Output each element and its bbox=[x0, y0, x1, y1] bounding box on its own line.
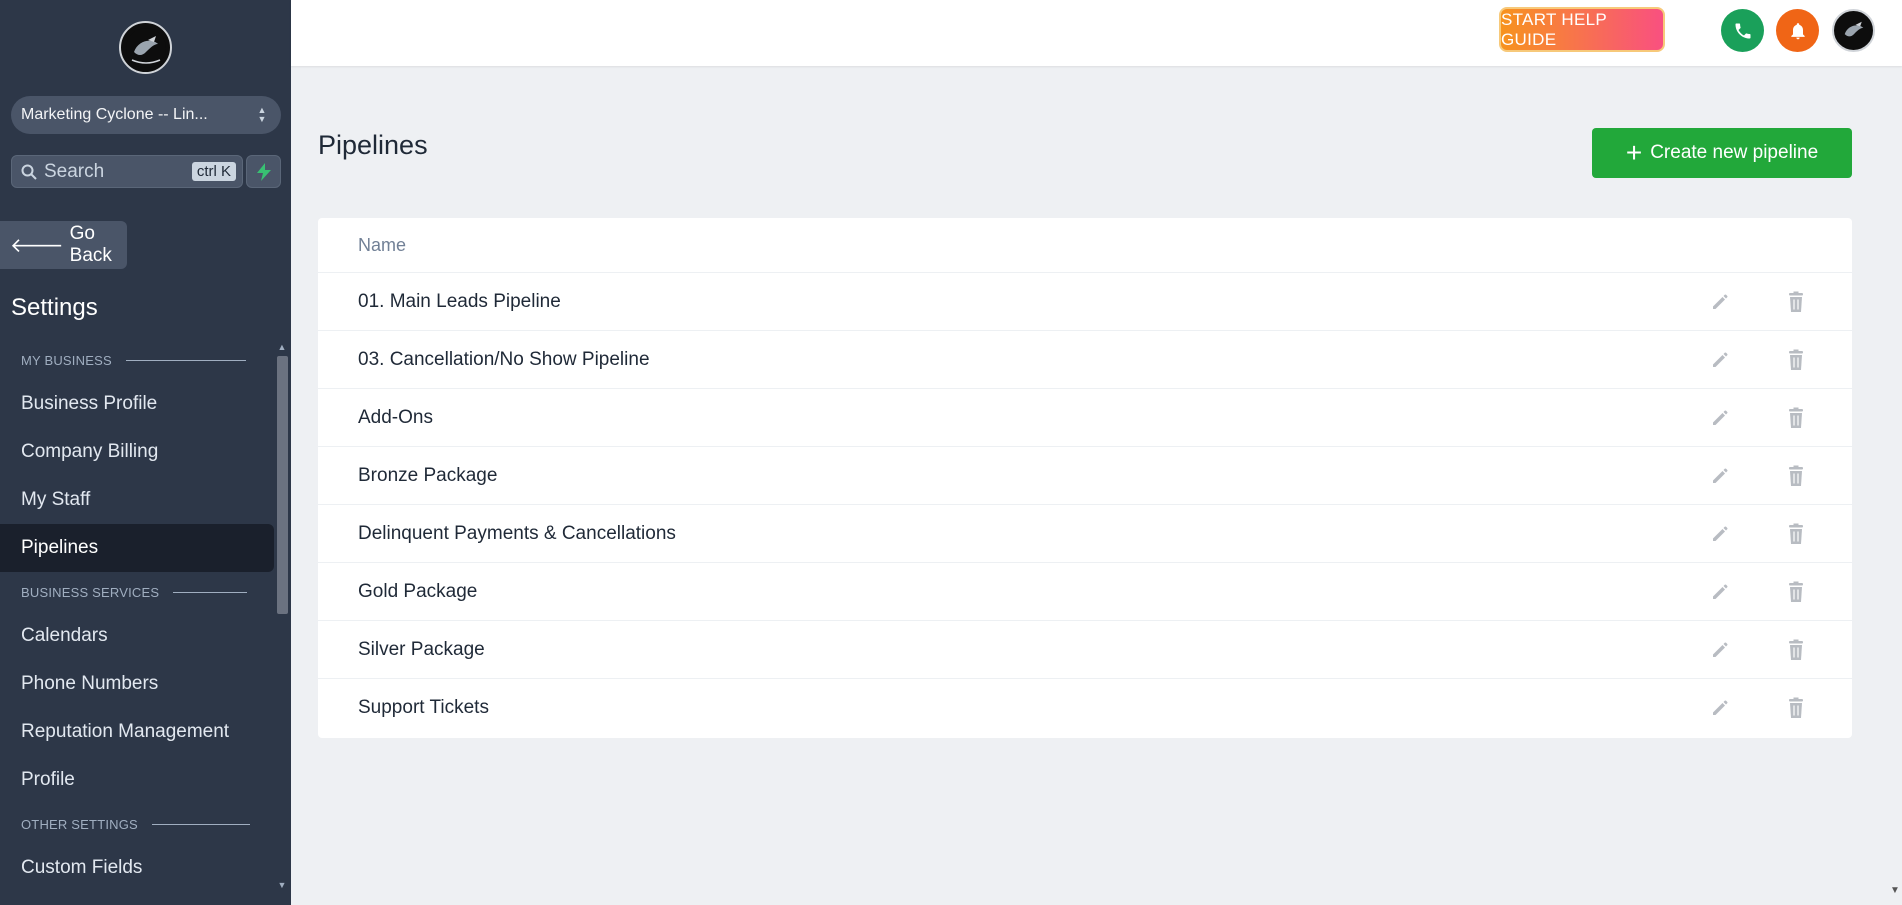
sidebar-item-calendars[interactable]: Calendars bbox=[0, 612, 274, 660]
sidebar-item-my-staff[interactable]: My Staff bbox=[0, 476, 274, 524]
sidebar-item-business-profile[interactable]: Business Profile bbox=[0, 380, 274, 428]
section-other-settings: OTHER SETTINGS bbox=[0, 804, 274, 844]
logo-mark-icon bbox=[125, 27, 166, 68]
edit-icon[interactable] bbox=[1710, 698, 1730, 718]
settings-heading: Settings bbox=[11, 294, 98, 321]
delete-icon[interactable] bbox=[1786, 349, 1806, 371]
sidebar-scrollbar[interactable]: ▲ ▼ bbox=[275, 340, 289, 892]
edit-icon[interactable] bbox=[1710, 466, 1730, 486]
scroll-up-icon[interactable]: ▲ bbox=[275, 340, 289, 354]
column-header-name: Name bbox=[358, 234, 407, 255]
sidebar-item-profile[interactable]: Profile bbox=[0, 756, 274, 804]
pipeline-name[interactable]: Support Tickets bbox=[358, 697, 489, 719]
pipeline-name[interactable]: Silver Package bbox=[358, 639, 485, 661]
table-row[interactable]: 03. Cancellation/No Show Pipeline bbox=[318, 331, 1852, 389]
edit-icon[interactable] bbox=[1710, 640, 1730, 660]
edit-icon[interactable] bbox=[1710, 292, 1730, 312]
notifications-button[interactable] bbox=[1776, 9, 1819, 52]
section-label: BUSINESS SERVICES bbox=[21, 584, 160, 600]
sidebar-item-reputation-management[interactable]: Reputation Management bbox=[0, 708, 274, 756]
edit-icon[interactable] bbox=[1710, 524, 1730, 544]
create-button-label: Create new pipeline bbox=[1650, 142, 1819, 163]
pipeline-name[interactable]: Delinquent Payments & Cancellations bbox=[358, 523, 676, 545]
pipelines-table: Name 01. Main Leads Pipeline 03. Cancella… bbox=[318, 218, 1852, 738]
settings-nav: MY BUSINESS Business Profile Company Bil… bbox=[0, 340, 274, 892]
company-logo[interactable] bbox=[119, 21, 172, 74]
search-shortcut-badge: ctrl K bbox=[191, 162, 236, 181]
go-back-label: Go Back bbox=[69, 223, 112, 266]
sidebar-item-custom-fields[interactable]: Custom Fields bbox=[0, 844, 274, 892]
pipeline-name[interactable]: Add-Ons bbox=[358, 407, 433, 429]
phone-icon bbox=[1735, 23, 1750, 38]
start-help-guide-button[interactable]: START HELP GUIDE bbox=[1499, 7, 1665, 52]
search-input[interactable]: Search bbox=[44, 161, 192, 183]
pipeline-name[interactable]: Gold Package bbox=[358, 581, 477, 603]
sidebar-item-company-billing[interactable]: Company Billing bbox=[0, 428, 274, 476]
table-row[interactable]: 01. Main Leads Pipeline bbox=[318, 273, 1852, 331]
table-body: 01. Main Leads Pipeline 03. Cancellation/… bbox=[318, 273, 1852, 737]
delete-icon[interactable] bbox=[1786, 581, 1806, 603]
sidebar-item-phone-numbers[interactable]: Phone Numbers bbox=[0, 660, 274, 708]
delete-icon[interactable] bbox=[1786, 639, 1806, 661]
section-divider bbox=[173, 591, 248, 593]
scrollbar-thumb[interactable] bbox=[277, 356, 288, 614]
page-title: Pipelines bbox=[318, 130, 428, 160]
search-box[interactable]: Search ctrl K bbox=[11, 155, 243, 188]
account-switcher[interactable]: Marketing Cyclone -- Lin... ▲ ▼ bbox=[11, 96, 281, 134]
edit-icon[interactable] bbox=[1710, 350, 1730, 370]
account-name: Marketing Cyclone -- Lin... bbox=[21, 106, 208, 123]
avatar-logo-icon bbox=[1844, 21, 1863, 36]
delete-icon[interactable] bbox=[1786, 407, 1806, 429]
go-back-button[interactable]: 🡐 Go Back bbox=[0, 221, 127, 269]
delete-icon[interactable] bbox=[1786, 291, 1806, 313]
arrow-left-icon: 🡐 bbox=[10, 234, 64, 257]
section-label: OTHER SETTINGS bbox=[21, 816, 138, 832]
quick-actions-button[interactable] bbox=[246, 155, 281, 188]
delete-icon[interactable] bbox=[1786, 697, 1806, 719]
table-row[interactable]: Bronze Package bbox=[318, 447, 1852, 505]
create-new-pipeline-button[interactable]: + Create new pipeline bbox=[1592, 128, 1852, 178]
search-icon bbox=[21, 164, 37, 180]
delete-icon[interactable] bbox=[1786, 465, 1806, 487]
table-row[interactable]: Add-Ons bbox=[318, 389, 1852, 447]
edit-icon[interactable] bbox=[1710, 408, 1730, 428]
pipeline-name[interactable]: Bronze Package bbox=[358, 465, 497, 487]
table-row[interactable]: Support Tickets bbox=[318, 679, 1852, 737]
user-avatar[interactable] bbox=[1832, 9, 1875, 52]
pipeline-name[interactable]: 01. Main Leads Pipeline bbox=[358, 291, 561, 313]
lightning-icon bbox=[256, 162, 271, 181]
scroll-down-icon[interactable]: ▼ bbox=[275, 878, 289, 892]
section-divider bbox=[125, 359, 246, 361]
plus-icon: + bbox=[1625, 137, 1643, 168]
top-bar: START HELP GUIDE bbox=[291, 0, 1902, 66]
table-row[interactable]: Silver Package bbox=[318, 621, 1852, 679]
table-row[interactable]: Delinquent Payments & Cancellations bbox=[318, 505, 1852, 563]
section-divider bbox=[151, 823, 250, 825]
phone-button[interactable] bbox=[1721, 9, 1764, 52]
section-business-services: BUSINESS SERVICES bbox=[0, 572, 274, 612]
chevron-updown-icon: ▲ ▼ bbox=[257, 105, 267, 124]
table-header: Name bbox=[318, 218, 1852, 273]
edit-icon[interactable] bbox=[1710, 582, 1730, 602]
section-my-business: MY BUSINESS bbox=[0, 340, 274, 380]
scroll-down-icon[interactable]: ▼ bbox=[1888, 880, 1902, 900]
pipeline-name[interactable]: 03. Cancellation/No Show Pipeline bbox=[358, 349, 650, 371]
delete-icon[interactable] bbox=[1786, 523, 1806, 545]
bell-icon bbox=[1790, 22, 1805, 39]
sidebar-item-pipelines[interactable]: Pipelines bbox=[0, 524, 274, 572]
table-row[interactable]: Gold Package bbox=[318, 563, 1852, 621]
sidebar: Marketing Cyclone -- Lin... ▲ ▼ Search ct… bbox=[0, 0, 291, 905]
section-label: MY BUSINESS bbox=[21, 352, 112, 368]
